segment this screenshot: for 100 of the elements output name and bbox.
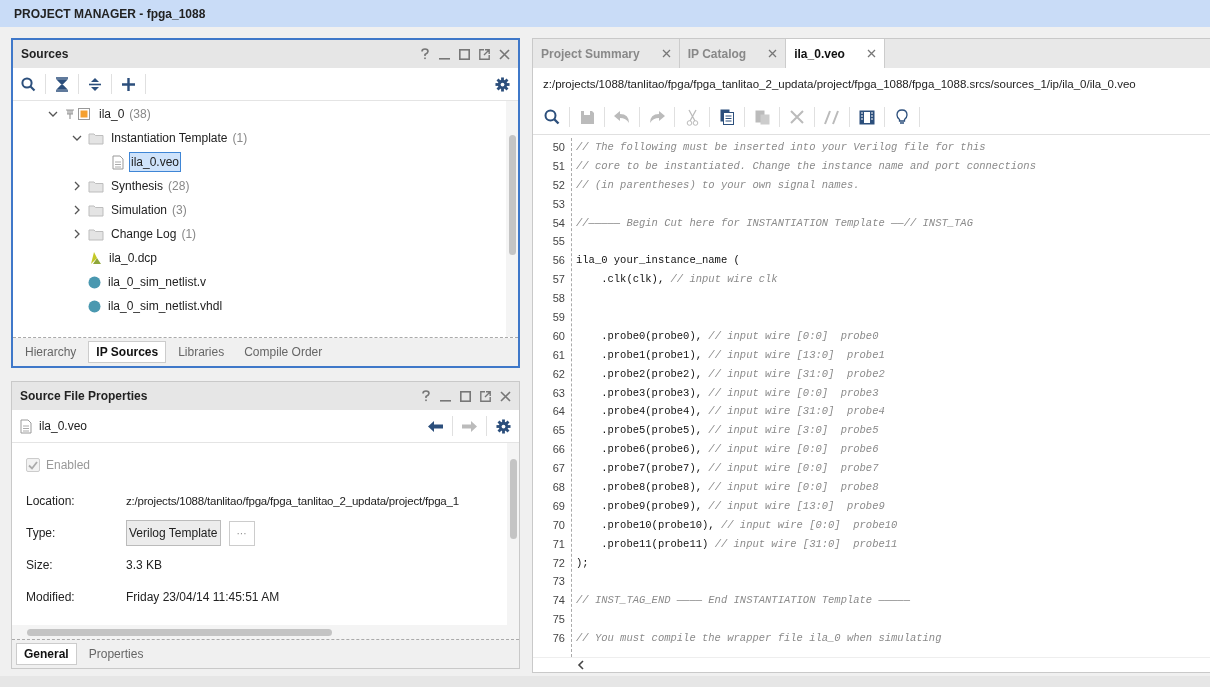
tree-item[interactable]: ila_0 (97, 104, 127, 124)
code-comment: // input wire [0:0] probe3 (707, 386, 879, 399)
search-icon[interactable] (21, 76, 36, 92)
code-text: .probe10(probe10), (600, 518, 715, 531)
document-icon (112, 154, 124, 170)
expand-all-icon[interactable] (88, 76, 102, 92)
forward-arrow-icon[interactable] (462, 420, 477, 432)
checkbox-label: Enabled (46, 458, 91, 472)
line-number: 68 (552, 480, 565, 496)
code-comment: // input wire [31:0] probe11 (713, 537, 898, 550)
line-number: 54 (552, 215, 565, 231)
search-icon[interactable] (544, 109, 560, 125)
property-label: Type: (26, 526, 57, 540)
code-text: .probe9(probe9), (600, 499, 703, 512)
tree-item[interactable]: ila_0_sim_netlist.vhdl (106, 296, 225, 316)
checkpoint-icon (88, 251, 102, 265)
settings-icon[interactable] (495, 76, 510, 92)
line-number: 73 (552, 574, 565, 590)
close-icon[interactable] (499, 48, 510, 60)
float-icon[interactable] (480, 390, 491, 402)
folder-icon (88, 227, 104, 241)
editor-tab[interactable]: ila_0.veo (786, 39, 885, 68)
close-icon[interactable] (866, 49, 876, 58)
code-text: .probe6(probe6), (600, 443, 703, 456)
line-number: 66 (552, 442, 565, 458)
columns-icon[interactable] (859, 109, 875, 125)
tree-item[interactable]: ila_0.dcp (107, 248, 160, 268)
panel-tab[interactable]: IP Sources (88, 341, 167, 363)
code-comment: //————— Begin Cut here for INSTANTIATION Template ——// INST_TAG (576, 216, 973, 229)
line-number: 61 (552, 347, 565, 363)
line-number: 69 (552, 498, 565, 514)
expand-chevron-icon[interactable] (72, 205, 82, 215)
property-label: Size: (26, 558, 54, 572)
code-comment: // input wire [0:0] probe6 (707, 443, 879, 456)
type-button[interactable]: Verilog Template (126, 520, 221, 546)
float-icon[interactable] (479, 48, 490, 60)
scrollbar[interactable] (506, 101, 518, 337)
ip-block-icon (64, 107, 92, 121)
scrollbar[interactable] (507, 443, 519, 625)
more-button[interactable]: ··· (228, 520, 255, 546)
code-comment: // input wire [13:0] probe1 (707, 348, 885, 361)
code-text: .probe11(probe11) (600, 537, 709, 550)
help-icon[interactable] (421, 390, 431, 402)
tree-item[interactable]: Simulation (109, 200, 170, 220)
code-text: .probe7(probe7), (600, 462, 703, 475)
line-number: 63 (552, 385, 565, 401)
expand-chevron-icon[interactable] (72, 229, 82, 239)
window-title: PROJECT MANAGER - fpga_1088 (14, 6, 206, 21)
add-icon[interactable] (121, 76, 136, 92)
code-comment: // input wire [3:0] probe5 (707, 424, 879, 437)
collapse-chevron-icon[interactable] (72, 133, 82, 143)
code-comment: // input wire [0:0] probe0 (707, 329, 879, 342)
folder-icon (88, 179, 104, 193)
scroll-left-icon[interactable] (577, 660, 585, 670)
panel-tab[interactable]: General (16, 643, 77, 665)
panel-tab[interactable]: Compile Order (236, 341, 331, 363)
tree-item[interactable]: Instantiation Template (109, 128, 230, 148)
tree-item[interactable]: Synthesis (109, 176, 166, 196)
item-count: (28) (168, 179, 190, 193)
line-number: 74 (552, 593, 565, 609)
maximize-icon[interactable] (459, 48, 470, 60)
settings-icon[interactable] (496, 418, 511, 434)
tree-item[interactable]: ila_0.veo (129, 152, 182, 172)
line-number: 72 (552, 555, 565, 571)
line-number: 71 (552, 536, 565, 552)
line-number: 67 (552, 461, 565, 477)
code-comment: // You must compile the wrapper file ila_0 when simulating (576, 632, 942, 645)
horizontal-scrollbar[interactable] (12, 625, 519, 640)
expand-chevron-icon[interactable] (72, 181, 82, 191)
property-value: Friday 23/04/14 11:45:51 AM (126, 590, 280, 604)
netlist-dot-icon (88, 299, 101, 313)
property-value: 3.3 KB (126, 558, 163, 572)
close-icon[interactable] (661, 49, 671, 58)
code-text: .probe2(probe2), (600, 367, 703, 380)
panel-tab[interactable]: Libraries (170, 341, 233, 363)
line-number: 60 (552, 328, 565, 344)
maximize-icon[interactable] (460, 390, 471, 402)
code-text: .probe1(probe1), (600, 348, 703, 361)
line-number: 51 (552, 158, 565, 174)
tree-item[interactable]: Change Log (109, 224, 179, 244)
copy-icon[interactable] (720, 109, 734, 125)
close-icon[interactable] (768, 49, 778, 58)
collapse-all-icon[interactable] (55, 76, 69, 92)
item-count: (38) (129, 107, 151, 121)
code-comment: // input wire [0:0] probe8 (707, 481, 879, 494)
panel-tab[interactable]: Hierarchy (17, 341, 85, 363)
collapse-chevron-icon[interactable] (48, 109, 58, 119)
code-text: ); (576, 556, 589, 569)
tree-item[interactable]: ila_0_sim_netlist.v (106, 272, 209, 292)
panel-title: Sources (21, 47, 69, 61)
lightbulb-icon[interactable] (896, 109, 908, 125)
line-number: 52 (552, 177, 565, 193)
panel-tab[interactable]: Properties (80, 643, 152, 665)
code-comment: // input wire [31:0] probe2 (707, 367, 885, 380)
code-comment: // INST_TAG_END ———— End INSTANTIATION Template ————— (576, 594, 910, 607)
file-path: z:/projects/1088/tanlitao/fpga/fpga_tanlitao_2_updata/project/fpga_1088/fpga_1088.srcs/sources_1/ip/ila_0/ila_0.veo (542, 77, 1137, 92)
line-number: 65 (552, 423, 565, 439)
back-arrow-icon[interactable] (428, 420, 443, 432)
close-icon[interactable] (500, 390, 511, 402)
help-icon[interactable] (420, 48, 430, 60)
